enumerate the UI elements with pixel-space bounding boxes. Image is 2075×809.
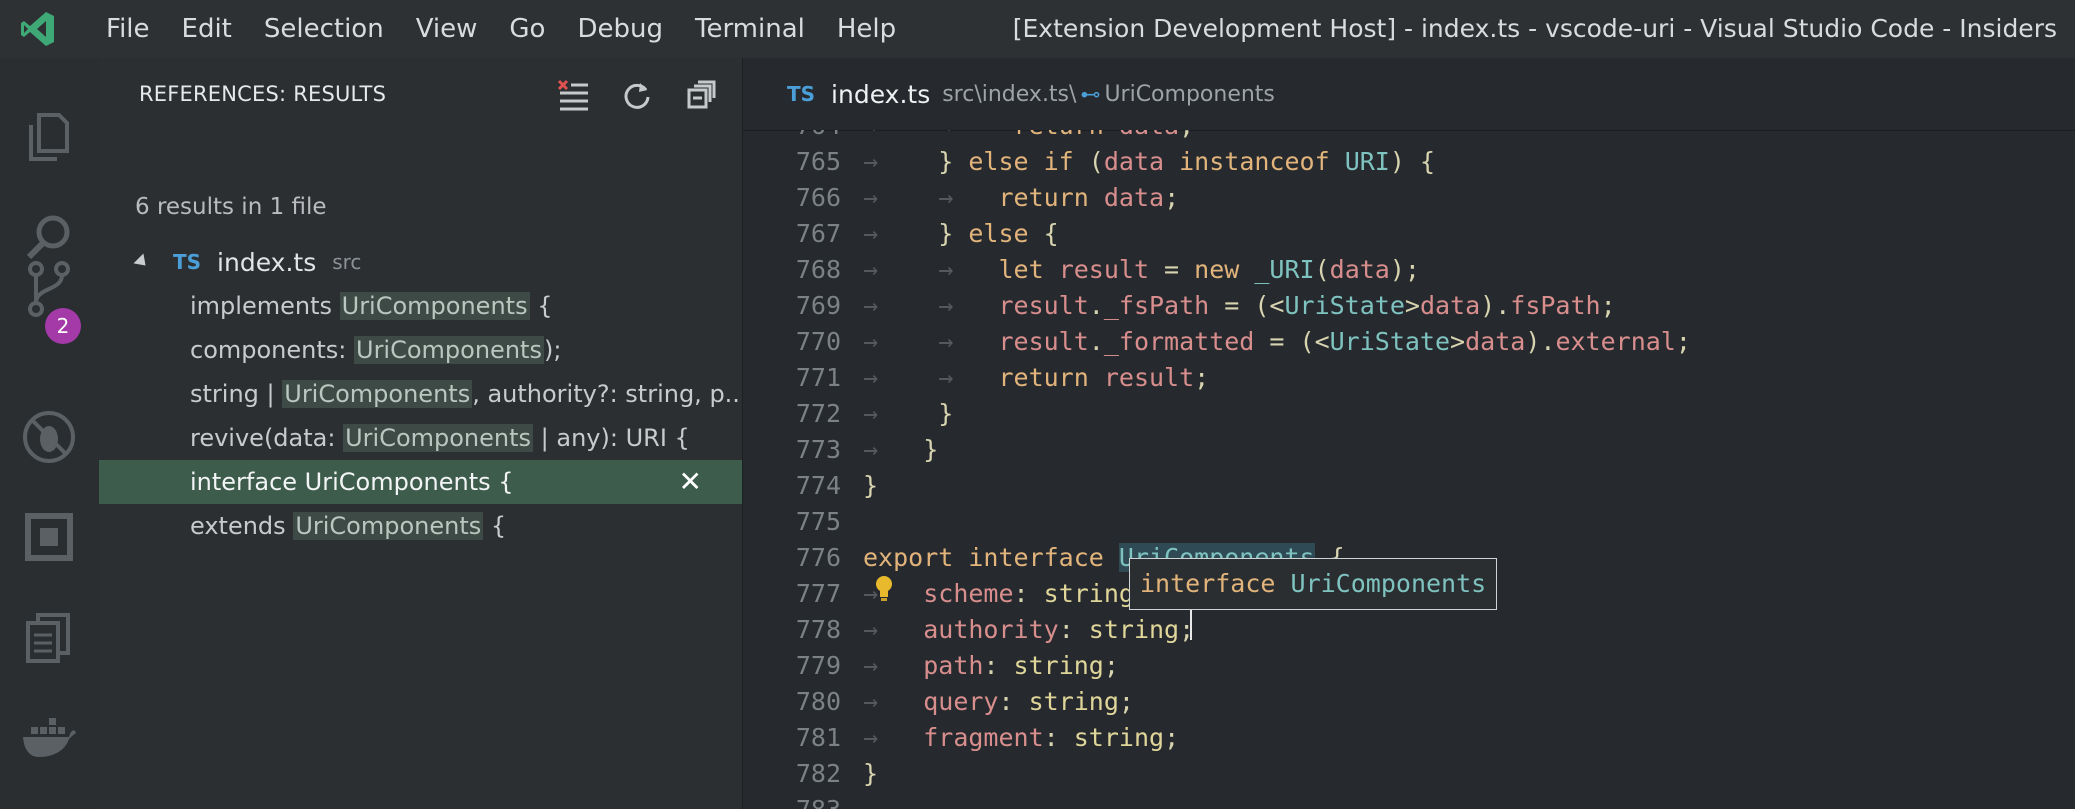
result-match: UriComponents bbox=[343, 424, 534, 452]
result-suffix: , authority?: string, p... bbox=[472, 380, 742, 408]
menu-go[interactable]: Go bbox=[493, 0, 561, 58]
result-prefix: string | bbox=[190, 380, 283, 408]
line-number: 779 bbox=[795, 651, 841, 680]
window-title: [Extension Development Host] - index.ts … bbox=[1012, 14, 2057, 43]
reference-result[interactable]: components: UriComponents); bbox=[99, 328, 742, 372]
line-number: 780 bbox=[795, 687, 841, 716]
result-prefix: components: bbox=[190, 336, 354, 364]
result-suffix: | any): URI { bbox=[533, 424, 690, 452]
collapse-all-icon bbox=[687, 80, 716, 109]
menu-file[interactable]: File bbox=[90, 0, 166, 58]
line-number: 768 bbox=[795, 255, 841, 284]
line-number: 770 bbox=[795, 327, 841, 356]
result-suffix: { bbox=[490, 468, 514, 496]
file-name: index.ts bbox=[217, 247, 317, 277]
hover-name: UriComponents bbox=[1290, 569, 1487, 598]
refresh-button[interactable] bbox=[614, 72, 660, 118]
lightbulb-icon[interactable] bbox=[873, 574, 895, 602]
line-number: 776 bbox=[795, 543, 841, 572]
line-number: 766 bbox=[795, 183, 841, 212]
vscode-logo-icon bbox=[21, 12, 54, 46]
refresh-icon bbox=[624, 83, 650, 109]
text-cursor bbox=[1190, 610, 1192, 640]
tab-index-ts[interactable]: index.ts bbox=[831, 80, 930, 109]
line-number: 783 bbox=[743, 792, 841, 809]
reference-result-selected[interactable]: interface UriComponents { ✕ bbox=[99, 460, 742, 504]
line-number: 777 bbox=[795, 579, 841, 608]
typescript-icon: TS bbox=[787, 82, 816, 106]
scm-badge: 2 bbox=[45, 308, 81, 344]
reference-result[interactable]: implements UriComponents { bbox=[99, 284, 742, 328]
line-number: 773 bbox=[795, 435, 841, 464]
panel-actions bbox=[550, 72, 724, 118]
line-number: 781 bbox=[795, 723, 841, 752]
results-summary: 6 results in 1 file bbox=[135, 194, 327, 220]
line-number: 774 bbox=[795, 471, 841, 500]
result-match: UriComponents bbox=[304, 468, 491, 496]
result-suffix: { bbox=[483, 512, 507, 540]
result-suffix: ); bbox=[543, 336, 562, 364]
hover-keyword: interface bbox=[1140, 569, 1276, 598]
explorer-icon[interactable] bbox=[18, 106, 80, 168]
references-icon[interactable] bbox=[18, 606, 80, 668]
editor-tab-bar: TS index.ts src\index.ts\ ⊷ UriComponent… bbox=[743, 58, 2075, 131]
line-number: 772 bbox=[795, 399, 841, 428]
menu-terminal[interactable]: Terminal bbox=[679, 0, 821, 58]
reference-result[interactable]: string | UriComponents, authority?: stri… bbox=[99, 372, 742, 416]
typescript-icon: TS bbox=[173, 250, 202, 274]
result-match: UriComponents bbox=[354, 336, 544, 364]
result-prefix: interface bbox=[190, 468, 305, 496]
collapse-all-button[interactable] bbox=[678, 72, 724, 118]
line-number: 782 bbox=[795, 759, 841, 788]
code-editor[interactable]: 764→ → return data; 765→ } else if (data… bbox=[743, 130, 2075, 809]
reference-result[interactable]: revive(data: UriComponents | any): URI { bbox=[99, 416, 742, 460]
line-number: 764 bbox=[743, 130, 841, 144]
panel-title: REFERENCES: RESULTS bbox=[139, 82, 387, 106]
hover-tooltip: interface UriComponents bbox=[1129, 558, 1498, 610]
line-number: 771 bbox=[795, 363, 841, 392]
result-suffix: { bbox=[529, 292, 553, 320]
clear-all-icon bbox=[557, 79, 588, 111]
line-number: 767 bbox=[795, 219, 841, 248]
line-number: 769 bbox=[795, 291, 841, 320]
expanded-chevron-icon[interactable] bbox=[133, 253, 151, 271]
extensions-icon[interactable] bbox=[18, 506, 80, 568]
clear-results-button[interactable] bbox=[550, 72, 596, 118]
breadcrumb-symbol[interactable]: UriComponents bbox=[1104, 82, 1274, 107]
menu-edit[interactable]: Edit bbox=[166, 0, 248, 58]
result-prefix: implements bbox=[190, 292, 340, 320]
editor-group: TS index.ts src\index.ts\ ⊷ UriComponent… bbox=[743, 58, 2075, 809]
menu-view[interactable]: View bbox=[400, 0, 494, 58]
title-bar: File Edit Selection View Go Debug Termin… bbox=[0, 0, 2075, 58]
menu-selection[interactable]: Selection bbox=[248, 0, 400, 58]
file-path: src bbox=[332, 250, 362, 274]
docker-icon[interactable] bbox=[18, 706, 80, 768]
result-prefix: revive(data: bbox=[190, 424, 344, 452]
line-number: 778 bbox=[795, 615, 841, 644]
references-panel: REFERENCES: RESULTS 6 results in 1 file … bbox=[99, 58, 743, 809]
line-number: 775 bbox=[795, 507, 841, 536]
result-match: UriComponents bbox=[293, 512, 484, 540]
line-number: 765 bbox=[795, 147, 841, 176]
debug-icon[interactable] bbox=[18, 406, 80, 468]
dismiss-result-icon[interactable]: ✕ bbox=[679, 460, 702, 504]
menu-help[interactable]: Help bbox=[821, 0, 912, 58]
menu-debug[interactable]: Debug bbox=[561, 0, 679, 58]
result-match: UriComponents bbox=[339, 292, 530, 320]
result-match: UriComponents bbox=[282, 380, 473, 408]
menu-bar: File Edit Selection View Go Debug Termin… bbox=[90, 0, 912, 58]
reference-result[interactable]: extends UriComponents { bbox=[99, 504, 742, 548]
result-prefix: extends bbox=[190, 512, 294, 540]
breadcrumb-path[interactable]: src\index.ts\ bbox=[942, 82, 1076, 107]
result-file-node[interactable]: TS index.ts src bbox=[133, 238, 362, 286]
interface-symbol-icon: ⊷ bbox=[1080, 82, 1101, 106]
activity-bar: 2 bbox=[0, 58, 99, 809]
